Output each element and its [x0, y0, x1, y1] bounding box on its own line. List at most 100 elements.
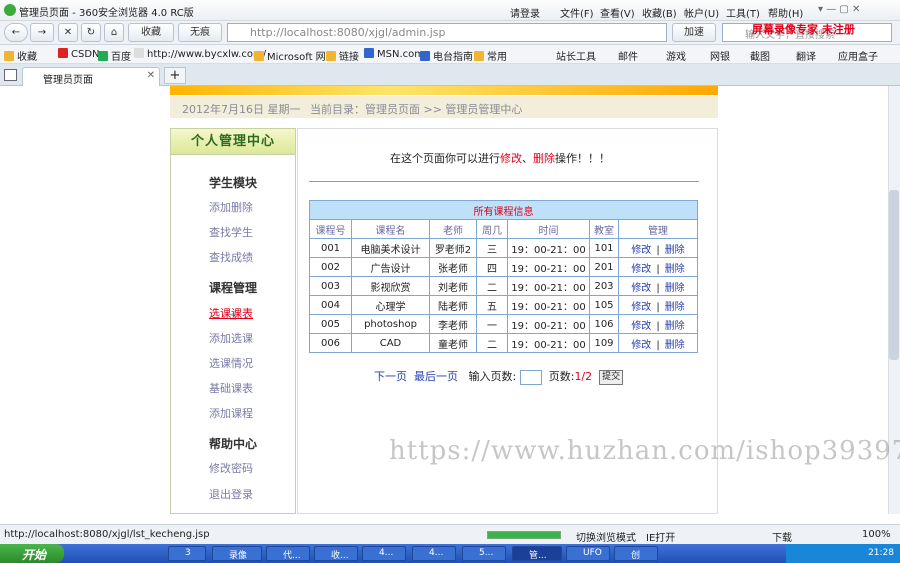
cell-teacher: 陆老师 — [429, 295, 477, 315]
bookmark-favorites[interactable]: 收藏 — [4, 48, 37, 63]
task-item[interactable]: 创 — [614, 546, 658, 561]
submit-button[interactable]: 提交 — [599, 369, 624, 385]
bookmark-common[interactable]: 常用 — [474, 48, 507, 63]
menu-favorites[interactable]: 收藏(B) — [642, 5, 677, 20]
cell-manage: 修改 | 删除 — [618, 333, 698, 353]
bookmark-baidu[interactable]: 百度 — [98, 48, 131, 63]
back-button[interactable]: ← — [4, 23, 28, 42]
sidebar-item-base-schedule[interactable]: 基础课表 — [209, 380, 253, 396]
clock: 21:28 — [868, 548, 894, 558]
star-icon — [4, 51, 14, 61]
menu-view[interactable]: 查看(V) — [600, 5, 635, 20]
toolbar-screenshot[interactable]: 截图 — [750, 48, 770, 63]
col-course-id: 课程号 — [309, 219, 352, 239]
sidebar-heading-course: 课程管理 — [209, 281, 258, 295]
refresh-button[interactable]: ↻ — [81, 23, 101, 42]
cell-course-id: 004 — [309, 295, 352, 315]
download-button[interactable]: 下载 — [772, 529, 792, 544]
next-page-link[interactable]: 下一页 — [374, 370, 407, 383]
task-item[interactable]: 4... — [362, 546, 406, 561]
sidebar-item-change-password[interactable]: 修改密码 — [209, 460, 253, 476]
home-button[interactable]: ⌂ — [104, 23, 124, 42]
edit-link[interactable]: 修改 — [631, 245, 651, 256]
delete-link[interactable]: 删除 — [665, 245, 685, 256]
new-tab-button[interactable]: + — [164, 67, 186, 84]
bookmark-csdn[interactable]: CSDN — [58, 48, 100, 60]
msn-icon — [364, 48, 374, 58]
last-page-link[interactable]: 最后一页 — [414, 370, 458, 383]
watermark: https://www.huzhan.com/ishop39397 — [389, 436, 900, 466]
cell-course-id: 002 — [309, 257, 352, 277]
address-bar[interactable]: http://localhost:8080/xjgl/admin.jsp — [227, 23, 667, 42]
table-row: 005 photoshop 李老师一 19：00-21：00 106 修改 | 删除 — [309, 314, 698, 334]
tab-list-icon[interactable] — [4, 69, 17, 81]
task-item[interactable]: 5... — [462, 546, 506, 561]
zoom-level[interactable]: 100% — [862, 529, 891, 540]
edit-link[interactable]: 修改 — [631, 340, 651, 351]
delete-link[interactable]: 删除 — [665, 302, 685, 313]
task-item-active[interactable]: 管... — [512, 546, 562, 561]
delete-link[interactable]: 删除 — [665, 321, 685, 332]
task-item[interactable]: 3 — [168, 546, 206, 561]
switch-mode-button[interactable]: 切换浏览模式 — [576, 529, 636, 544]
cell-course-id: 001 — [309, 238, 352, 258]
sidebar-item-find-score[interactable]: 查找成绩 — [209, 249, 253, 265]
page-number-input[interactable] — [519, 369, 542, 385]
tab-admin-page[interactable]: 管理员页面 ✕ — [22, 67, 160, 86]
task-item[interactable]: 4... — [412, 546, 456, 561]
no-trace-button[interactable]: 无痕 — [178, 23, 222, 42]
menu-tools[interactable]: 工具(T) — [726, 5, 760, 20]
sidebar-item-find-student[interactable]: 查找学生 — [209, 224, 253, 240]
cell-course-name: 心理学 — [351, 295, 430, 315]
bookmark-microsoft[interactable]: Microsoft 网站 — [254, 48, 336, 63]
toolbar-games[interactable]: 游戏 — [666, 48, 686, 63]
bookmark-radio[interactable]: 电台指南 — [420, 48, 473, 63]
delete-link[interactable]: 删除 — [665, 340, 685, 351]
login-link[interactable]: 请登录 — [510, 5, 540, 20]
menu-file[interactable]: 文件(F) — [560, 5, 594, 20]
toolbar-translate[interactable]: 翻译 — [796, 48, 816, 63]
task-item[interactable]: 录像 — [212, 546, 262, 561]
sidebar-item-add-course[interactable]: 添加课程 — [209, 405, 253, 421]
window-controls-icon[interactable]: ▾ — ▢ ✕ — [818, 4, 860, 15]
toolbar-app-box[interactable]: 应用盒子 — [838, 48, 878, 63]
task-item[interactable]: 收... — [314, 546, 358, 561]
close-tab-icon[interactable]: ✕ — [147, 70, 155, 81]
task-item[interactable]: 代... — [266, 546, 310, 561]
start-button[interactable]: 开始 — [0, 544, 64, 563]
col-manage: 管理 — [618, 219, 698, 239]
toolbar-webmaster[interactable]: 站长工具 — [556, 48, 596, 63]
edit-link[interactable]: 修改 — [631, 264, 651, 275]
delete-link[interactable]: 删除 — [665, 264, 685, 275]
link-divider: | — [656, 301, 660, 313]
task-item[interactable]: UFO — [566, 546, 610, 561]
scrollbar-thumb[interactable] — [889, 190, 899, 360]
stop-button[interactable]: ✕ — [58, 23, 78, 42]
current-location: 当前目录：管理员页面 >> 管理员管理中心 — [310, 103, 523, 116]
toolbar-bank[interactable]: 网银 — [710, 48, 730, 63]
sidebar-item-add-selection[interactable]: 添加选课 — [209, 330, 253, 346]
sidebar-item-logout[interactable]: 退出登录 — [209, 486, 253, 502]
accelerate-button[interactable]: 加速 — [672, 23, 716, 42]
delete-link[interactable]: 删除 — [665, 283, 685, 294]
edit-link[interactable]: 修改 — [631, 302, 651, 313]
bookmark-msn[interactable]: MSN.com — [364, 48, 424, 60]
menu-account[interactable]: 帐户(U) — [684, 5, 719, 20]
col-weekday: 周几 — [476, 219, 508, 239]
ie-open-button[interactable]: IE打开 — [646, 529, 675, 544]
edit-link[interactable]: 修改 — [631, 283, 651, 294]
bookmark-bycxlw[interactable]: http://www.bycxlw.com/ — [134, 48, 266, 60]
bookmark-links[interactable]: 链接 — [326, 48, 359, 63]
sidebar-item-add-delete[interactable]: 添加删除 — [209, 199, 253, 215]
forward-button[interactable]: → — [30, 23, 54, 42]
favorites-button[interactable]: 收藏 — [128, 23, 174, 42]
sidebar-item-selection-status[interactable]: 选课情况 — [209, 355, 253, 371]
cell-course-name: 影视欣赏 — [351, 276, 430, 296]
toolbar-mail[interactable]: 邮件 — [618, 48, 638, 63]
col-course-name: 课程名 — [351, 219, 430, 239]
bookmarks-bar: 收藏 CSDN 百度 http://www.bycxlw.com/ Micros… — [0, 45, 900, 64]
current-date: 2012年7月16日 星期一 — [182, 103, 301, 116]
cell-weekday: 三 — [476, 238, 508, 258]
menu-help[interactable]: 帮助(H) — [768, 5, 803, 20]
edit-link[interactable]: 修改 — [631, 321, 651, 332]
